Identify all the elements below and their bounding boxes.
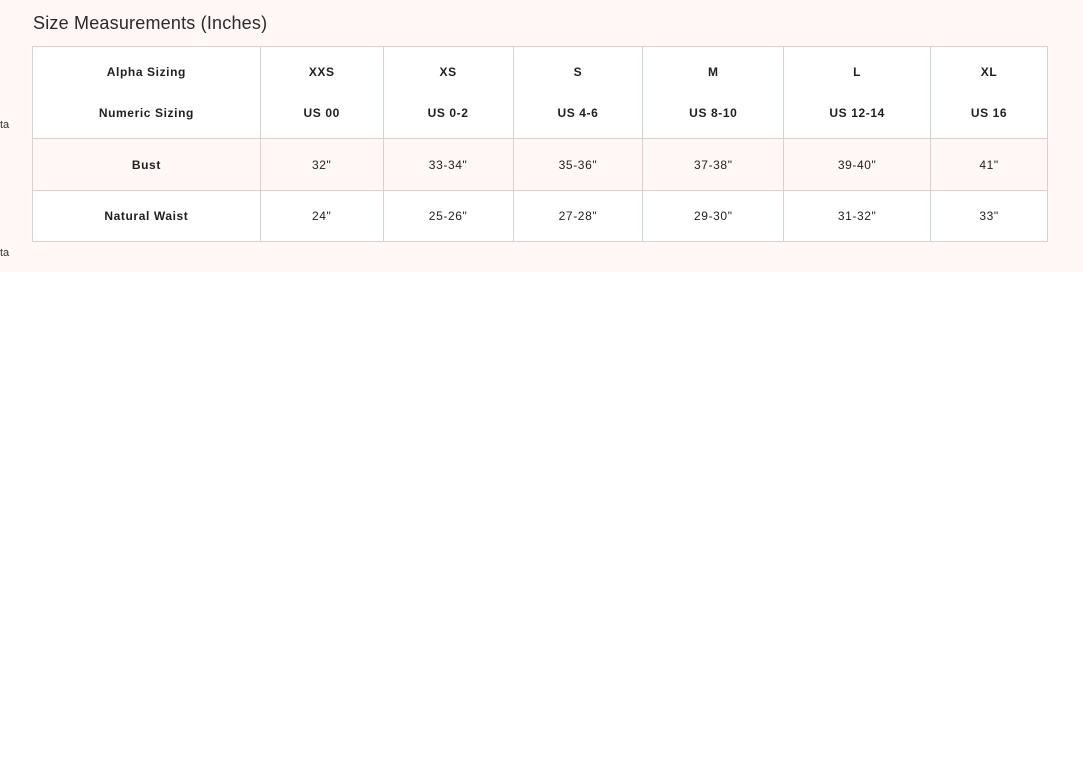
table-cell: 27-28": [512, 190, 644, 242]
numeric-size: US 8-10: [689, 106, 738, 120]
size-column-header: S US 4-6: [512, 46, 644, 139]
size-column-header: L US 12-14: [783, 46, 932, 139]
row-label-bust: Bust: [32, 138, 261, 191]
numeric-size: US 0-2: [427, 106, 469, 120]
table-cell: 33": [930, 190, 1048, 242]
numeric-size: US 16: [970, 106, 1008, 120]
numeric-size: US 4-6: [557, 106, 599, 120]
numeric-sizing-label: Numeric Sizing: [98, 106, 194, 120]
table-cell: 37-38": [642, 138, 785, 191]
table-row: Natural Waist 24" 25-26" 27-28" 29-30" 3…: [32, 190, 1048, 242]
size-column-header: XS US 0-2: [382, 46, 514, 139]
numeric-size: US 00: [303, 106, 340, 120]
header-label-cell: Alpha Sizing Numeric Sizing: [32, 46, 261, 139]
table-cell: 41": [930, 138, 1048, 191]
alpha-size: S: [573, 65, 583, 79]
table-cell: 39-40": [783, 138, 932, 191]
size-column-header: XXS US 00: [259, 46, 384, 139]
alpha-size: L: [853, 65, 862, 79]
row-label-natural-waist: Natural Waist: [32, 190, 261, 242]
alpha-sizing-label: Alpha Sizing: [106, 65, 186, 79]
alpha-size: M: [707, 65, 719, 79]
alpha-size: XXS: [308, 65, 335, 79]
alpha-size: XL: [980, 65, 998, 79]
table-cell: 33-34": [382, 138, 514, 191]
clipped-text: ta: [0, 119, 10, 131]
table-cell: 35-36": [512, 138, 644, 191]
size-measurements-table: Alpha Sizing Numeric Sizing XXS US 00 XS…: [32, 46, 1048, 242]
table-cell: 32": [259, 138, 384, 191]
size-column-header: XL US 16: [930, 46, 1048, 139]
size-guide-panel: Size Measurements (Inches) ta ta Alpha S…: [0, 0, 1083, 272]
alpha-size: XS: [439, 65, 457, 79]
table-cell: 29-30": [642, 190, 785, 242]
numeric-size: US 12-14: [829, 106, 885, 120]
page-title: Size Measurements (Inches): [33, 13, 268, 33]
table-cell: 24": [259, 190, 384, 242]
table-row: Bust 32" 33-34" 35-36" 37-38" 39-40" 41": [32, 138, 1048, 191]
table-header-row: Alpha Sizing Numeric Sizing XXS US 00 XS…: [32, 46, 1048, 139]
clipped-text: ta: [0, 247, 10, 259]
table-cell: 31-32": [783, 190, 932, 242]
table-cell: 25-26": [382, 190, 514, 242]
size-column-header: M US 8-10: [642, 46, 785, 139]
